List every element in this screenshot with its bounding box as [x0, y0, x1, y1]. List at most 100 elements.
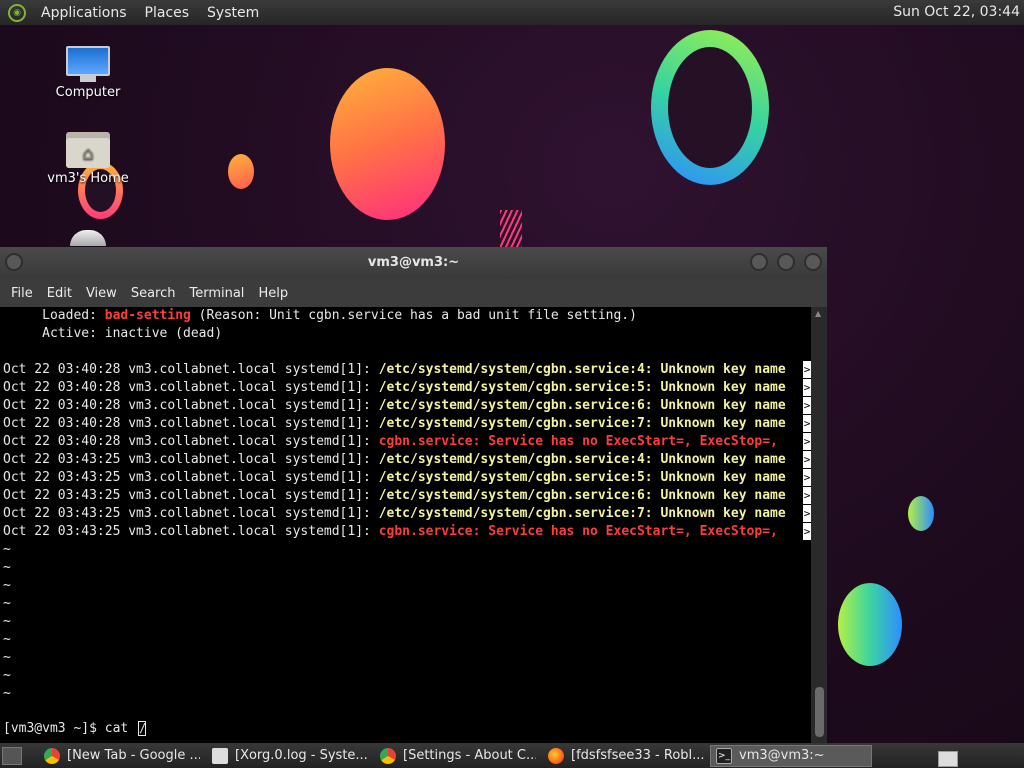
pager-tilde-line: ~: [3, 596, 11, 611]
pager-tilde-line: ~: [3, 632, 11, 647]
terminal-titlebar[interactable]: vm3@vm3:~: [0, 247, 827, 279]
log-line: Oct 22 03:43:25 vm3.collabnet.local syst…: [0, 451, 811, 469]
log-prefix: Oct 22 03:40:28 vm3.collabnet.local syst…: [3, 362, 379, 377]
home-folder-icon: ⌂: [66, 130, 110, 168]
log-line: Oct 22 03:43:25 vm3.collabnet.local syst…: [0, 505, 811, 523]
menu-help[interactable]: Help: [251, 286, 295, 301]
log-prefix: Oct 22 03:40:28 vm3.collabnet.local syst…: [3, 416, 379, 431]
menu-applications[interactable]: Applications: [32, 5, 136, 21]
taskbar-task[interactable]: >_ vm3@vm3:~: [710, 744, 872, 767]
taskbar-task[interactable]: [Settings - About C...: [374, 745, 536, 767]
log-prefix: Oct 22 03:43:25 vm3.collabnet.local syst…: [3, 470, 379, 485]
taskbar-task[interactable]: [New Tab - Google ...: [38, 745, 200, 767]
wallpaper-small-blue-dot: [908, 496, 934, 531]
taskbar-task-label: [Settings - About C...: [403, 748, 536, 763]
minimize-icon[interactable]: [750, 253, 768, 271]
log-line: Oct 22 03:43:25 vm3.collabnet.local syst…: [0, 523, 811, 541]
show-desktop-button[interactable]: [2, 746, 22, 765]
text-cursor: /: [138, 721, 146, 736]
log-message: cgbn.service: Service has no ExecStart=,…: [378, 524, 786, 539]
terminal-menubar: File Edit View Search Terminal Help: [0, 279, 827, 307]
line-overflow-marker: >: [803, 451, 811, 468]
desktop-icon-label: vm3's Home: [47, 171, 129, 186]
terminal-output[interactable]: Loaded: bad-setting (Reason: Unit cgbn.s…: [0, 307, 811, 743]
terminal-scrollbar[interactable]: ▲: [811, 307, 827, 743]
line-overflow-marker: >: [803, 469, 811, 486]
log-line: Oct 22 03:43:25 vm3.collabnet.local syst…: [0, 487, 811, 505]
wallpaper-green-blue-ring: [651, 30, 769, 185]
log-prefix: Oct 22 03:40:28 vm3.collabnet.local syst…: [3, 380, 379, 395]
computer-icon: [64, 46, 112, 82]
wallpaper-small-orange-dot: [228, 154, 254, 189]
log-line: Oct 22 03:40:28 vm3.collabnet.local syst…: [0, 397, 811, 415]
pager-tilde-line: ~: [3, 614, 11, 629]
menu-view[interactable]: View: [79, 286, 124, 301]
taskbar-task-label: [Xorg.0.log - Syste...: [235, 748, 368, 763]
log-prefix: Oct 22 03:40:28 vm3.collabnet.local syst…: [3, 434, 379, 449]
workspace-switcher[interactable]: [938, 751, 958, 767]
log-message: /etc/systemd/system/cgbn.service:7: Unkn…: [378, 416, 786, 431]
desktop-icon-home[interactable]: ⌂ vm3's Home: [38, 130, 138, 186]
pager-tilde-line: ~: [3, 542, 11, 557]
shell-prompt-line[interactable]: [vm3@vm3 ~]$ cat /: [3, 720, 146, 738]
log-message: /etc/systemd/system/cgbn.service:5: Unkn…: [378, 380, 786, 395]
menu-terminal[interactable]: Terminal: [182, 286, 251, 301]
log-message: /etc/systemd/system/cgbn.service:5: Unkn…: [378, 470, 786, 485]
taskbar-task[interactable]: [Xorg.0.log - Syste...: [206, 745, 368, 767]
chrome-icon: [380, 747, 396, 764]
firefox-icon: [548, 747, 564, 764]
menu-system[interactable]: System: [198, 5, 268, 21]
menu-edit[interactable]: Edit: [40, 286, 79, 301]
log-prefix: Oct 22 03:43:25 vm3.collabnet.local syst…: [3, 452, 379, 467]
log-message: /etc/systemd/system/cgbn.service:6: Unkn…: [378, 488, 786, 503]
pager-tilde-line: ~: [3, 560, 11, 575]
log-line: Oct 22 03:40:28 vm3.collabnet.local syst…: [0, 379, 811, 397]
taskbar-task[interactable]: [fdsfsfsee33 - Robl...: [542, 745, 704, 767]
desktop-icon-computer[interactable]: Computer: [38, 46, 138, 100]
desktop-icon-trash[interactable]: [38, 230, 138, 246]
task-list: [New Tab - Google ... [Xorg.0.log - Syste…: [38, 744, 878, 767]
status-active-line: Active: inactive (dead): [3, 326, 223, 341]
window-title: vm3@vm3:~: [367, 255, 460, 270]
scrollbar-thumb[interactable]: [815, 687, 824, 737]
maximize-icon[interactable]: [777, 253, 795, 271]
menu-search[interactable]: Search: [124, 286, 183, 301]
close-icon[interactable]: [804, 253, 822, 271]
taskbar-task-label: vm3@vm3:~: [739, 748, 825, 763]
tilde-lines: ~ ~ ~ ~ ~ ~ ~ ~ ~: [0, 541, 811, 703]
log-message: /etc/systemd/system/cgbn.service:6: Unkn…: [378, 398, 786, 413]
line-overflow-marker: >: [803, 361, 811, 378]
distro-logo-icon[interactable]: ◉: [8, 3, 26, 22]
line-overflow-marker: >: [803, 433, 811, 450]
panel-clock[interactable]: Sun Oct 22, 03:44: [893, 4, 1020, 20]
document-icon: [212, 747, 228, 764]
bottom-taskbar: [New Tab - Google ... [Xorg.0.log - Syste…: [0, 743, 1024, 768]
wallpaper-orange-oval: [330, 68, 445, 220]
log-line: Oct 22 03:40:28 vm3.collabnet.local syst…: [0, 433, 811, 451]
log-line: Oct 22 03:43:25 vm3.collabnet.local syst…: [0, 469, 811, 487]
menu-places[interactable]: Places: [136, 5, 199, 21]
typed-input: /: [139, 721, 147, 735]
status-loaded-line: Loaded: bad-setting (Reason: Unit cgbn.s…: [0, 307, 811, 325]
terminal-window[interactable]: vm3@vm3:~ File Edit View Search Terminal…: [0, 247, 827, 743]
line-overflow-marker: >: [803, 523, 811, 540]
line-overflow-marker: >: [803, 487, 811, 504]
trash-icon: [70, 230, 106, 246]
chrome-icon: [44, 747, 60, 764]
pager-tilde-line: ~: [3, 668, 11, 683]
log-prefix: Oct 22 03:43:25 vm3.collabnet.local syst…: [3, 506, 379, 521]
loaded-reason: (Reason: Unit cgbn.service has a bad uni…: [190, 308, 637, 323]
shell-prompt: [vm3@vm3 ~]$ cat: [3, 721, 137, 736]
taskbar-task-label: [fdsfsfsee33 - Robl...: [571, 748, 704, 763]
log-prefix: Oct 22 03:43:25 vm3.collabnet.local syst…: [3, 524, 379, 539]
taskbar-task-label: [New Tab - Google ...: [67, 748, 200, 763]
log-lines: Oct 22 03:40:28 vm3.collabnet.local syst…: [0, 361, 811, 541]
log-line: Oct 22 03:40:28 vm3.collabnet.local syst…: [0, 415, 811, 433]
scroll-up-icon[interactable]: ▲: [815, 309, 821, 318]
line-overflow-marker: >: [803, 415, 811, 432]
desktop-icon-label: Computer: [55, 85, 121, 100]
log-message: /etc/systemd/system/cgbn.service:7: Unkn…: [378, 506, 786, 521]
line-overflow-marker: >: [803, 505, 811, 522]
menu-file[interactable]: File: [4, 286, 40, 301]
